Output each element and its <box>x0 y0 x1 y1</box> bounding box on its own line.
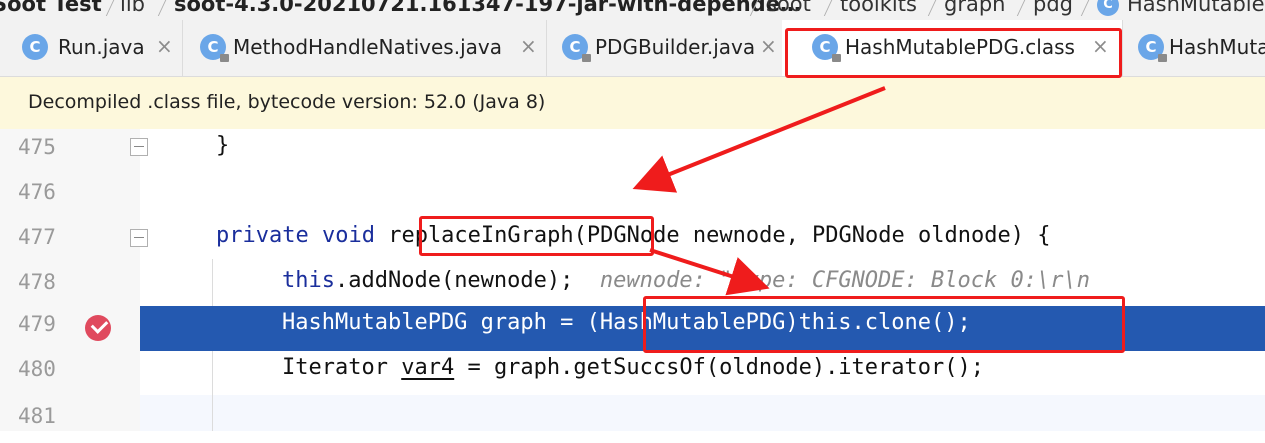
arrow-tab-to-code <box>632 86 886 193</box>
arrow-method-to-cast <box>649 248 770 296</box>
annotation-arrows <box>632 86 886 296</box>
